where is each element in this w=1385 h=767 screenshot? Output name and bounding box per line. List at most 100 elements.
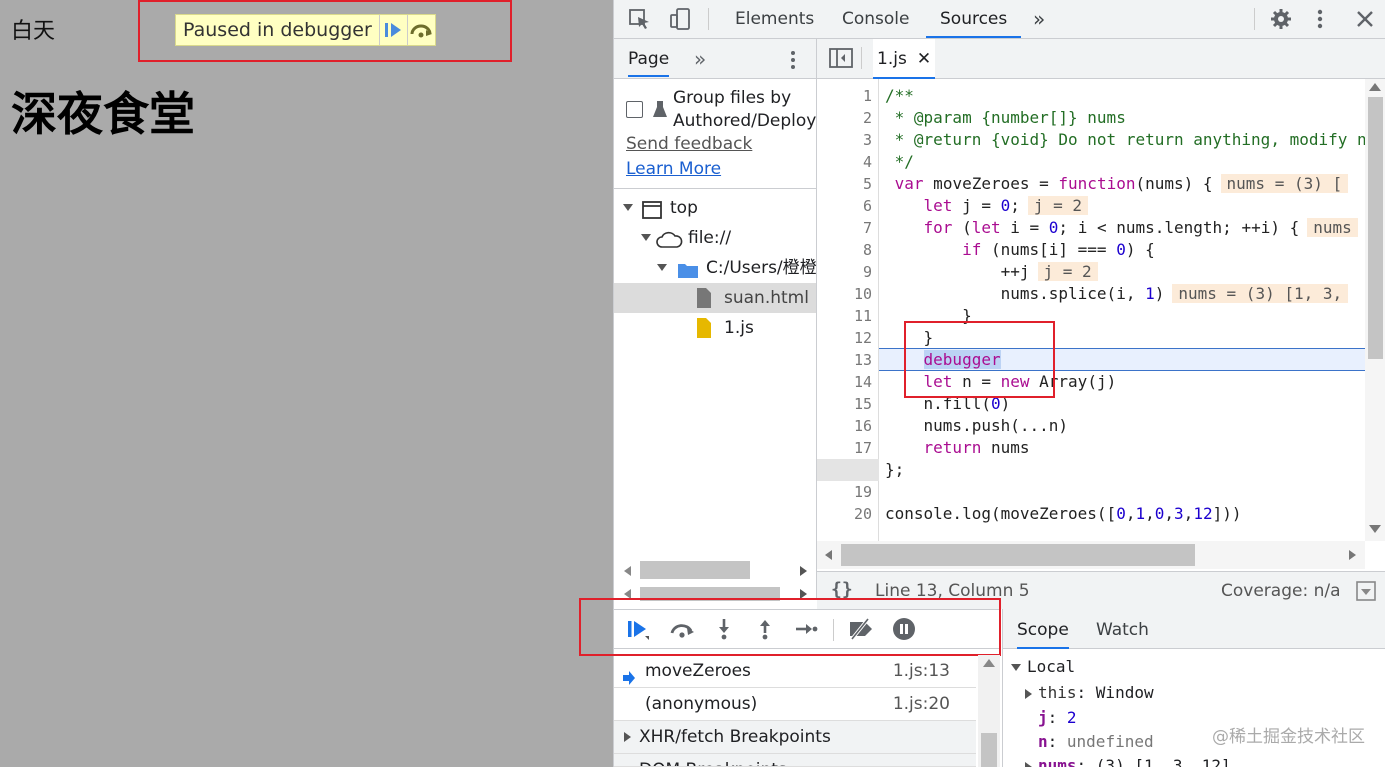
pretty-print-icon[interactable]: {} (831, 579, 853, 600)
scope-local-header[interactable]: Local (1011, 655, 1075, 679)
line-number[interactable]: 12 (854, 327, 872, 349)
more-tabs-icon[interactable]: » (1033, 0, 1045, 38)
inline-value-hint: j = 2 (1027, 196, 1089, 215)
line-number[interactable]: 3 (863, 129, 872, 151)
watermark: @稀土掘金技术社区 (1212, 727, 1365, 747)
tab-watch[interactable]: Watch (1096, 609, 1149, 651)
inline-value-hint: j = 2 (1037, 262, 1098, 281)
code-line-20: console.log(moveZeroes([0,1,0,3,12])) (885, 504, 1242, 523)
line-number[interactable]: 8 (863, 239, 872, 261)
scope-var-nums[interactable]: nums: (3) [1, 3, 12] (1025, 754, 1231, 767)
var-key: n (1038, 732, 1048, 751)
tree-item-top[interactable]: top (614, 193, 816, 223)
more-options-icon[interactable] (1316, 8, 1324, 34)
line-number[interactable]: 19 (854, 481, 872, 503)
scroll-up-icon[interactable] (1369, 83, 1381, 91)
tab-scope[interactable]: Scope (1017, 609, 1069, 649)
inspect-element-icon[interactable] (628, 8, 652, 34)
tree-item-folder[interactable]: C:/Users/橙橙/ (614, 253, 816, 283)
scrollbar-thumb[interactable] (981, 733, 997, 767)
code-line-1: /** (885, 86, 914, 105)
close-tab-icon[interactable]: ✕ (917, 49, 931, 69)
devtools-panel: Elements Console Sources » Page » Group … (579, 0, 1385, 767)
devtools-main-toolbar: Elements Console Sources » (614, 0, 1385, 39)
line-number[interactable]: 17 (854, 437, 872, 459)
tree-item-1-js[interactable]: 1.js (614, 313, 816, 343)
line-number[interactable]: 9 (863, 261, 872, 283)
line-number[interactable]: 2 (863, 107, 872, 129)
tree-item-suan-html[interactable]: suan.html (614, 283, 816, 313)
group-files-label: Group files by Authored/Deploye (673, 87, 827, 133)
scope-var-j[interactable]: j: 2 (1038, 706, 1077, 730)
scroll-left-icon[interactable] (825, 550, 832, 560)
inspected-page: 白天 深夜食堂 Paused in debugger (0, 0, 613, 767)
tree-item-origin[interactable]: file:// (614, 223, 816, 253)
editor-vscrollbar[interactable] (1365, 79, 1385, 541)
editor-tab-1-js[interactable]: 1.js ✕ (873, 39, 936, 79)
scroll-up-icon[interactable] (983, 659, 995, 667)
js-file-icon (696, 317, 712, 349)
line-number[interactable]: 4 (863, 151, 872, 173)
tab-elements[interactable]: Elements (735, 0, 814, 38)
settings-gear-icon[interactable] (1270, 8, 1292, 34)
line-number[interactable]: 11 (854, 305, 872, 327)
coverage-toggle-icon[interactable] (1356, 581, 1376, 605)
navigator-hscrollbar[interactable] (622, 561, 808, 581)
close-devtools-icon[interactable] (1356, 10, 1374, 32)
line-number[interactable]: 7 (863, 217, 872, 239)
editor-hscrollbar[interactable] (817, 541, 1365, 569)
scope-var-this[interactable]: this: Window (1025, 681, 1154, 705)
highlight-box-banner (138, 0, 512, 62)
expand-arrow-icon (1011, 664, 1021, 671)
group-files-checkbox[interactable] (626, 101, 643, 118)
scroll-down-icon[interactable] (1369, 525, 1381, 533)
send-feedback-link[interactable]: Send feedback (626, 134, 752, 154)
device-toolbar-icon[interactable] (668, 7, 692, 35)
tab-console[interactable]: Console (842, 0, 910, 38)
scrollbar-thumb[interactable] (640, 561, 750, 579)
scroll-right-icon[interactable] (1349, 550, 1356, 560)
scroll-left-icon[interactable] (624, 566, 631, 576)
tree-label-origin: file:// (688, 228, 732, 248)
theme-text[interactable]: 白天 (11, 13, 55, 45)
call-frame-movezeroes[interactable]: moveZeroes 1.js:13 (614, 655, 976, 688)
navigator-menu-icon[interactable] (789, 49, 797, 75)
learn-more-link[interactable]: Learn More (626, 159, 721, 179)
call-frame-location[interactable]: 1.js:13 (893, 655, 950, 688)
line-number[interactable]: 1 (863, 85, 872, 107)
code-line-17: return nums (923, 438, 1030, 457)
call-frame-location[interactable]: 1.js:20 (893, 688, 950, 721)
var-value: (3) [1, 3, 12] (1095, 756, 1231, 767)
code-line-9: ++j j = 2 (885, 261, 1098, 283)
var-key: nums (1038, 756, 1077, 767)
dom-breakpoints-section[interactable]: DOM Breakpoints (614, 754, 976, 767)
call-frame-anonymous[interactable]: (anonymous) 1.js:20 (614, 688, 976, 721)
line-number[interactable]: 6 (863, 195, 872, 217)
tree-label-top: top (670, 198, 698, 218)
tree-label-folder: C:/Users/橙橙/ (706, 258, 816, 278)
line-number[interactable]: 15 (854, 393, 872, 415)
line-number[interactable]: 16 (854, 415, 872, 437)
toggle-navigator-icon[interactable] (829, 48, 853, 72)
line-number[interactable]: 10 (854, 283, 872, 305)
sidebar-vscrollbar[interactable] (978, 655, 1000, 767)
line-number[interactable]: 5 (863, 173, 872, 195)
code-line-7: for (let i = 0; i < nums.length; ++i) {n… (885, 217, 1358, 239)
scroll-right-icon[interactable] (800, 566, 807, 576)
highlight-box-debug-controls (579, 598, 1001, 656)
highlight-box-debugger-statement (904, 321, 1055, 398)
code-line-6: let j = 0; j = 2 (885, 195, 1089, 217)
line-number[interactable]: 13 (854, 349, 872, 371)
tab-sources[interactable]: Sources (926, 0, 1022, 38)
tree-label-1-js: 1.js (724, 318, 754, 338)
xhr-breakpoints-section[interactable]: XHR/fetch Breakpoints (614, 721, 976, 754)
code-area[interactable]: /** * @param {number[]} nums * @return {… (879, 79, 1365, 541)
tab-page[interactable]: Page (628, 39, 670, 77)
inline-value-hint: nums = (3) [ (1220, 174, 1349, 193)
line-number[interactable]: 14 (854, 371, 872, 393)
scope-var-n[interactable]: n: undefined (1038, 730, 1154, 754)
scrollbar-thumb[interactable] (841, 544, 1195, 566)
scrollbar-thumb[interactable] (1368, 97, 1383, 359)
navigator-more-tabs-icon[interactable]: » (694, 39, 706, 79)
line-number[interactable]: 20 (854, 503, 872, 525)
